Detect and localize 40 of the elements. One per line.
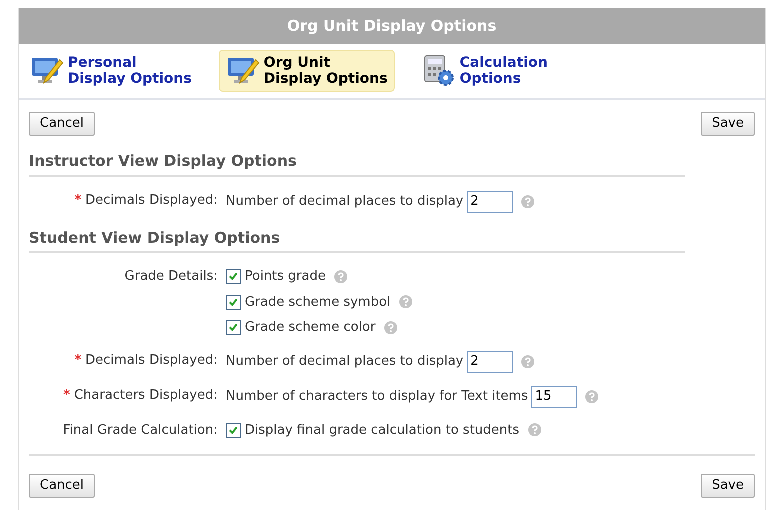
field-label: Grade Details:: [124, 268, 218, 286]
checkbox[interactable]: [226, 294, 241, 310]
input-field[interactable]: 2: [466, 350, 513, 372]
window-title: Org Unit Display Options: [19, 8, 765, 44]
input-field[interactable]: 2: [466, 190, 513, 212]
required-mark: *: [74, 352, 82, 370]
help-icon[interactable]: [334, 270, 348, 284]
button[interactable]: Save: [701, 474, 755, 498]
field-label: Final Grade Calculation:: [63, 422, 218, 440]
tab[interactable]: Personal Display Options: [23, 50, 199, 92]
button[interactable]: Cancel: [29, 474, 96, 498]
help-icon[interactable]: [520, 354, 535, 368]
input-field[interactable]: 15: [531, 386, 578, 408]
help-icon[interactable]: [528, 423, 542, 438]
checkbox-label: Grade scheme color: [245, 319, 376, 337]
tab[interactable]: Org Unit Display Options: [218, 50, 395, 92]
help-icon[interactable]: [384, 320, 398, 335]
field-description: Number of decimal places to display: [226, 352, 464, 371]
tab[interactable]: Calculation Options: [414, 50, 555, 92]
button[interactable]: Save: [701, 112, 755, 136]
calculator-gear-icon: [422, 54, 456, 88]
help-icon[interactable]: [520, 194, 535, 208]
checkbox-label: Points grade: [245, 268, 326, 286]
field-label: Decimals Displayed:: [86, 352, 218, 370]
checkbox[interactable]: [226, 422, 241, 438]
field-description: Number of decimal places to display: [226, 192, 464, 211]
checkbox-label: Grade scheme symbol: [245, 294, 391, 312]
checkbox[interactable]: [226, 269, 241, 284]
checkbox[interactable]: [226, 320, 241, 336]
field-label: Decimals Displayed:: [86, 192, 218, 210]
help-icon[interactable]: [585, 390, 600, 404]
field-description: Number of characters to display for Text items: [226, 388, 528, 406]
required-mark: *: [64, 386, 70, 404]
required-mark: *: [74, 192, 82, 210]
section-heading: Student View Display Options: [29, 226, 685, 253]
help-icon[interactable]: [398, 295, 413, 310]
button[interactable]: Cancel: [29, 112, 96, 136]
checkbox-label: Display final grade calculation to students: [245, 422, 520, 440]
section-heading: Instructor View Display Options: [29, 150, 685, 176]
field-label: Characters Displayed:: [74, 386, 218, 404]
